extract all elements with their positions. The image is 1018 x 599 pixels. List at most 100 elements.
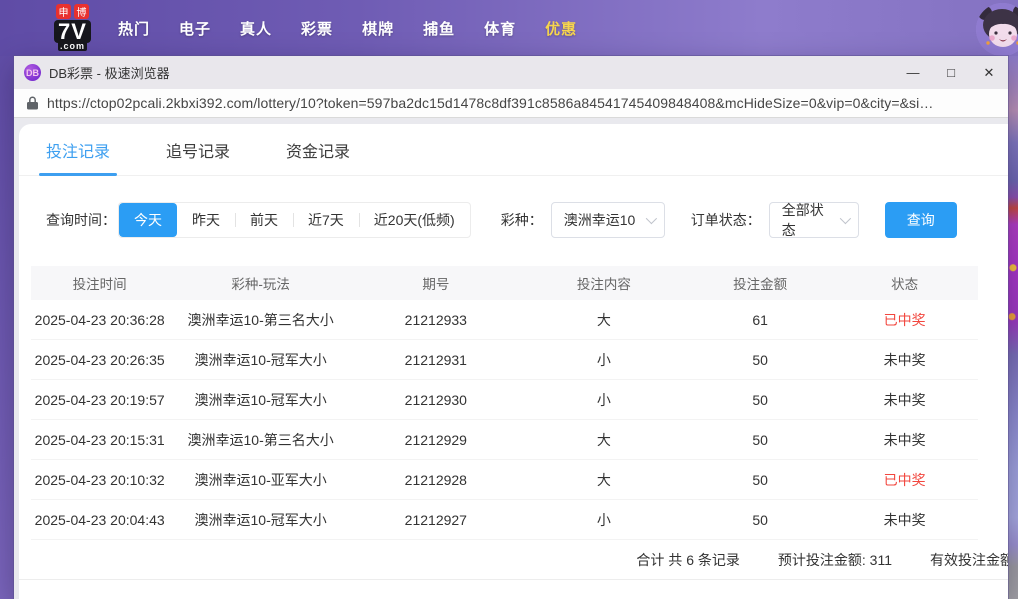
cell-content: 大	[596, 431, 611, 448]
record-tabs: 投注记录 追号记录 资金记录	[19, 124, 1008, 176]
window-controls: — □ ✕	[894, 56, 1008, 89]
table-header-row: 投注时间 彩种-玩法 期号 投注内容 投注金额 状态	[31, 266, 978, 300]
maximize-button[interactable]: □	[932, 56, 970, 89]
time-option[interactable]: 近7天	[293, 203, 359, 237]
status-filter-label: 订单状态：	[690, 212, 761, 228]
column-header: 投注时间	[72, 277, 127, 292]
column-header: 彩种-玩法	[231, 277, 290, 292]
close-button[interactable]: ✕	[970, 56, 1008, 89]
cell-game: 澳洲幸运10-亚军大小	[194, 471, 327, 488]
chevron-down-icon	[645, 212, 657, 225]
nav-item[interactable]: 热门	[118, 18, 150, 39]
cell-issue: 21212931	[404, 351, 467, 368]
cell-amount: 61	[752, 311, 768, 328]
status-select-value: 全部状态	[781, 202, 824, 238]
lottery-filter-label: 彩种：	[500, 212, 543, 228]
cell-content: 小	[596, 391, 611, 408]
cell-amount: 50	[752, 431, 768, 448]
cell-time: 2025-04-23 20:26:35	[34, 351, 165, 368]
time-option[interactable]: 近20天(低频)	[358, 203, 470, 237]
page-behind-window-strip	[1008, 56, 1018, 599]
url-field[interactable]: https://ctop02pcali.2kbxi392.com/lottery…	[47, 95, 933, 111]
nav-item[interactable]: 优惠	[545, 18, 577, 39]
nav-item[interactable]: 真人	[240, 18, 272, 39]
nav-item[interactable]: 电子	[179, 18, 211, 39]
nav-item[interactable]: 彩票	[301, 18, 333, 39]
db-favicon-icon: DB	[24, 64, 41, 81]
bet-table-body: 2025-04-23 20:36:28 澳洲幸运10-第三名大小 21212933 大…	[31, 300, 978, 540]
time-option[interactable]: 今天	[119, 203, 177, 237]
cell-amount: 50	[752, 511, 768, 528]
cell-status: 已中奖	[883, 311, 926, 328]
nav-item[interactable]: 体育	[484, 18, 516, 39]
filter-bar: 查询时间： 今天 昨天 前天 近7天 近20天(低频) 彩种： 澳洲幸运10 订单状态：…	[46, 202, 1008, 238]
browser-window: DB DB彩票 - 极速浏览器 — □ ✕ https://ctop02pcal…	[14, 56, 1008, 599]
logo-badge: 申	[55, 4, 71, 19]
cell-time: 2025-04-23 20:19:57	[34, 391, 165, 408]
address-bar[interactable]: https://ctop02pcali.2kbxi392.com/lottery…	[14, 89, 1008, 118]
records-card: 投注记录 追号记录 资金记录 查询时间： 今天 昨天 前天 近7天 近20天(低频) 彩种：…	[19, 124, 1008, 599]
table-row: 2025-04-23 20:04:43 澳洲幸运10-冠军大小 21212927 小 5…	[31, 500, 978, 540]
tab[interactable]: 投注记录	[38, 138, 118, 176]
summary-expected-amount: 预计投注金额: 311	[777, 551, 892, 568]
summary-total: 合计 共 6 条记录	[636, 551, 740, 568]
time-filter-label: 查询时间：	[46, 212, 116, 228]
cell-amount: 50	[752, 351, 768, 368]
lottery-select[interactable]: 澳洲幸运10	[550, 202, 665, 238]
lock-icon	[27, 96, 38, 110]
time-option[interactable]: 前天	[235, 203, 293, 237]
column-header: 投注内容	[576, 277, 631, 292]
cell-game: 澳洲幸运10-第三名大小	[187, 311, 334, 328]
avatar-girl-illustration	[976, 3, 1018, 56]
table-row: 2025-04-23 20:15:31 澳洲幸运10-第三名大小 21212929 大…	[31, 420, 978, 460]
lottery-select-value: 澳洲幸运10	[563, 212, 636, 228]
order-status-select[interactable]: 全部状态	[768, 202, 859, 238]
cell-content: 大	[596, 311, 611, 328]
column-header: 状态	[891, 277, 919, 292]
tab[interactable]: 追号记录	[166, 138, 230, 175]
cell-game: 澳洲幸运10-第三名大小	[187, 431, 334, 448]
logo-suffix: .com	[57, 41, 87, 51]
tab[interactable]: 资金记录	[286, 138, 350, 175]
cell-amount: 50	[752, 471, 768, 488]
cell-game: 澳洲幸运10-冠军大小	[194, 391, 327, 408]
cell-issue: 21212927	[404, 511, 467, 528]
nav-item[interactable]: 捕鱼	[423, 18, 455, 39]
time-option[interactable]: 昨天	[177, 203, 235, 237]
summary-valid-amount: 有效投注金额	[930, 551, 1008, 568]
cell-status: 未中奖	[883, 391, 926, 408]
cell-time: 2025-04-23 20:15:31	[34, 431, 165, 448]
nav-item[interactable]: 棋牌	[362, 18, 394, 39]
cell-issue: 21212929	[404, 431, 467, 448]
logo-badges: 申 博	[55, 4, 89, 19]
cell-time: 2025-04-23 20:10:32	[34, 471, 165, 488]
cell-issue: 21212930	[404, 391, 467, 408]
cell-issue: 21212928	[404, 471, 467, 488]
cell-game: 澳洲幸运10-冠军大小	[194, 511, 327, 528]
chevron-down-icon	[839, 212, 851, 225]
cell-status: 未中奖	[883, 351, 926, 368]
cell-amount: 50	[752, 391, 768, 408]
column-header: 期号	[422, 277, 450, 292]
table-row: 2025-04-23 20:26:35 澳洲幸运10-冠军大小 21212931 小 5…	[31, 340, 978, 380]
site-logo[interactable]: 申 博 7V .com	[54, 4, 91, 51]
cell-status: 未中奖	[883, 431, 926, 448]
table-row: 2025-04-23 20:19:57 澳洲幸运10-冠军大小 21212930 小 5…	[31, 380, 978, 420]
logo-badge: 博	[73, 4, 89, 19]
site-nav-menu: 热门 电子 真人 彩票 棋牌 捕鱼 体育 优惠	[118, 0, 577, 56]
logo-text: 7V	[54, 20, 91, 43]
user-avatar[interactable]	[976, 3, 1018, 56]
cell-time: 2025-04-23 20:04:43	[34, 511, 165, 528]
window-title: DB彩票 - 极速浏览器	[49, 66, 170, 81]
cell-status: 未中奖	[883, 511, 926, 528]
site-top-nav: 申 博 7V .com 热门 电子 真人 彩票 棋牌 捕鱼 体育 优惠	[0, 0, 1018, 56]
cell-content: 大	[596, 471, 611, 488]
search-button[interactable]: 查询	[884, 202, 957, 238]
page-content: 投注记录 追号记录 资金记录 查询时间： 今天 昨天 前天 近7天 近20天(低频) 彩种：…	[14, 118, 1008, 599]
cell-issue: 21212933	[404, 311, 467, 328]
table-summary: 合计 共 6 条记录 预计投注金额: 311 有效投注金额	[19, 540, 1008, 580]
minimize-button[interactable]: —	[894, 56, 932, 89]
table-row: 2025-04-23 20:10:32 澳洲幸运10-亚军大小 21212928 大 5…	[31, 460, 978, 500]
cell-content: 小	[596, 511, 611, 528]
window-titlebar[interactable]: DB DB彩票 - 极速浏览器 — □ ✕	[14, 56, 1008, 89]
